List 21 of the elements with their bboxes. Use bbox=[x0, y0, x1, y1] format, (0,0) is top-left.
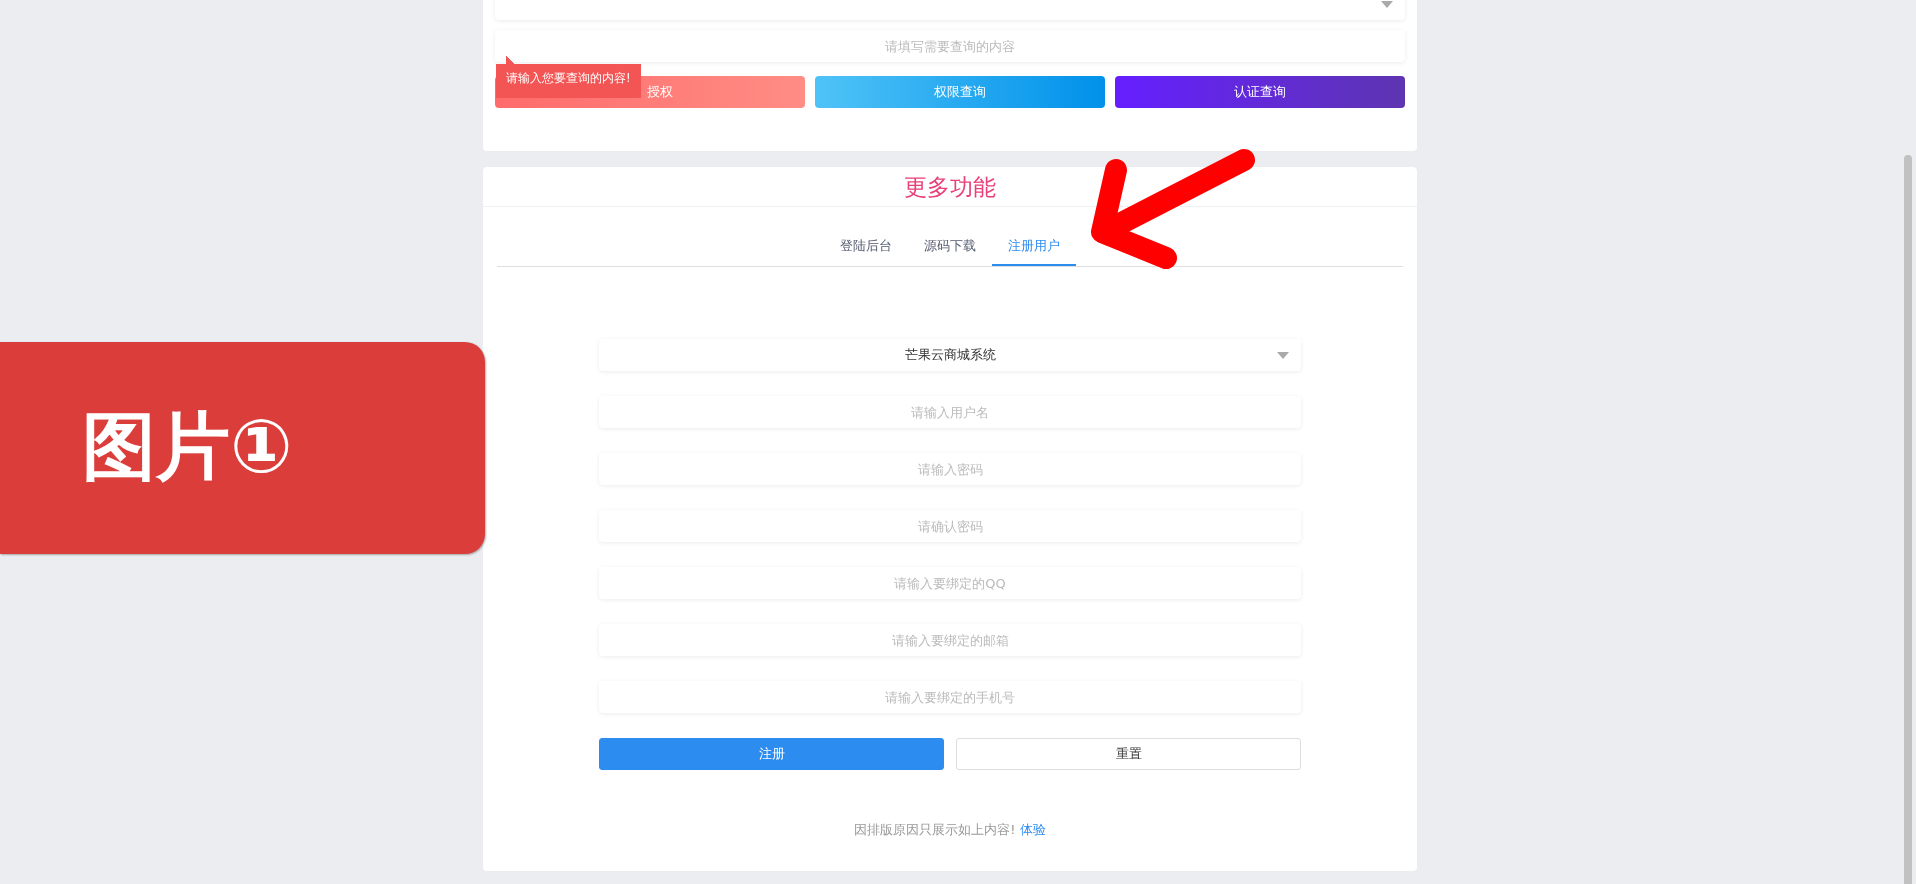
annotation-label: 图片① bbox=[0, 342, 485, 554]
query-button[interactable]: 认证查询 bbox=[1115, 76, 1405, 108]
link[interactable]: 体验 bbox=[1019, 822, 1046, 837]
caret-icon bbox=[1277, 352, 1289, 359]
input-field[interactable]: 请填写需要查询的内容 bbox=[495, 30, 1405, 62]
tab[interactable]: 登陆后台 bbox=[824, 227, 908, 266]
footer-note: 因排版原因只展示如上内容! 体验 bbox=[854, 821, 1046, 839]
input-field[interactable]: 请输入密码 bbox=[599, 453, 1301, 485]
caret-icon bbox=[1381, 1, 1393, 8]
input-field[interactable]: 请输入要绑定的邮箱 bbox=[599, 624, 1301, 656]
tab[interactable]: 注册用户 bbox=[992, 227, 1076, 266]
input-field[interactable]: 请输入要绑定的手机号 bbox=[599, 681, 1301, 713]
scrollbar[interactable] bbox=[1904, 155, 1912, 884]
input-field[interactable]: 请输入要绑定的QQ bbox=[599, 567, 1301, 599]
section-title: 更多功能 bbox=[483, 167, 1417, 207]
tab[interactable]: 源码下载 bbox=[908, 227, 992, 266]
input-field[interactable]: 请确认密码 bbox=[599, 510, 1301, 542]
select-field[interactable]: 芒果云商城系统 bbox=[599, 339, 1301, 371]
input-field[interactable]: 请输入用户名 bbox=[599, 396, 1301, 428]
reset-button[interactable]: 重置 bbox=[956, 738, 1301, 770]
tooltip: 请输入您要查询的内容! bbox=[496, 56, 641, 98]
